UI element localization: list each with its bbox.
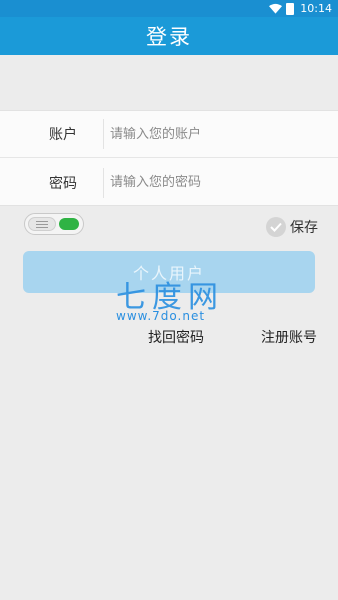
- login-form: 账户 密码: [0, 110, 338, 206]
- status-time: 10:14: [300, 2, 332, 15]
- password-row: 密码: [0, 159, 338, 206]
- status-bar: 10:14: [0, 0, 338, 17]
- save-checkbox[interactable]: 保存: [266, 217, 318, 237]
- password-label: 密码: [49, 175, 77, 192]
- account-label: 账户: [49, 127, 77, 143]
- account-input[interactable]: [104, 119, 304, 149]
- account-row: 账户: [0, 111, 338, 158]
- check-icon: [266, 217, 286, 237]
- save-label: 保存: [290, 220, 318, 236]
- wifi-icon: [269, 3, 283, 14]
- toggle-knob: [28, 217, 56, 231]
- password-input[interactable]: [104, 167, 304, 198]
- remember-toggle[interactable]: [24, 213, 84, 235]
- register-link[interactable]: 注册账号: [261, 327, 317, 347]
- battery-icon: [286, 2, 295, 15]
- forgot-password-link[interactable]: 找回密码: [148, 327, 204, 347]
- watermark-url: www.7do.net: [116, 309, 206, 323]
- page-title: 登录: [0, 17, 338, 55]
- toggle-on-indicator: [59, 218, 79, 230]
